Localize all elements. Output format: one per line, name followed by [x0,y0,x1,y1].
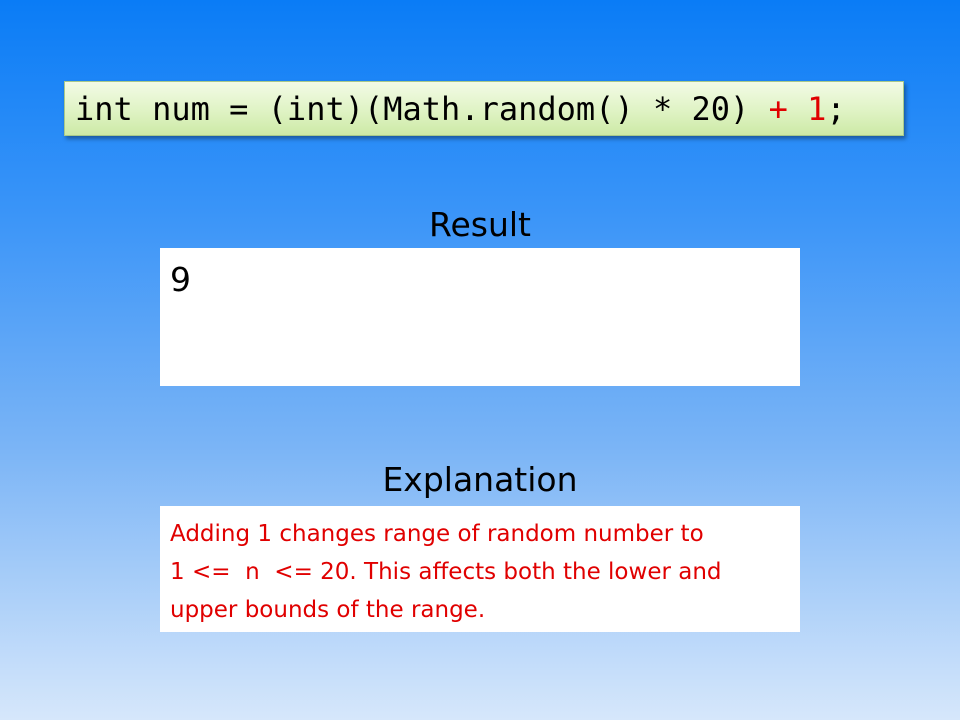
explanation-box: Adding 1 changes range of random number … [160,506,800,632]
explanation-line: Adding 1 changes range of random number … [170,521,704,547]
result-heading: Result [429,205,531,244]
explanation-heading: Explanation [382,460,578,499]
code-main-text: int num = (int)(Math.random() * 20) [75,90,769,128]
result-value: 9 [170,260,191,299]
explanation-line: upper bounds of the range. [170,597,486,623]
code-snippet-box: int num = (int)(Math.random() * 20) + 1; [64,81,904,136]
result-output-box: 9 [160,248,800,386]
explanation-line: 1 <= n <= 20. This affects both the lowe… [170,559,722,585]
code-end-text: ; [826,90,846,128]
code-highlight-text: + 1 [768,90,827,128]
